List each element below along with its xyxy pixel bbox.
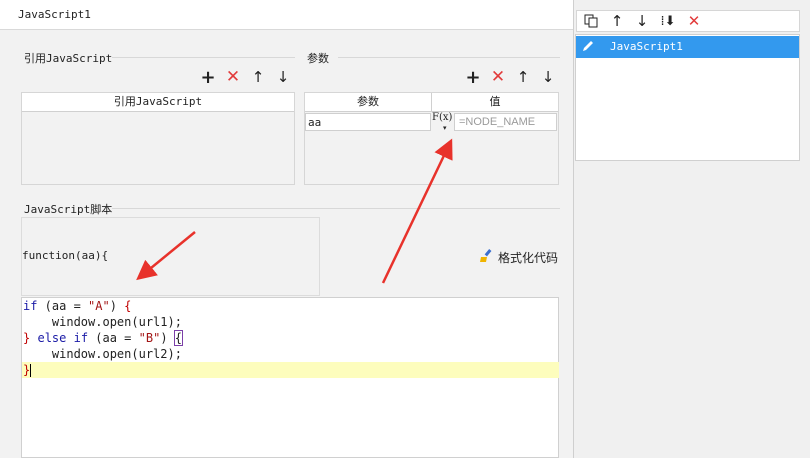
code-line: } else if (aa = "B") { <box>23 330 184 346</box>
brush-icon <box>478 248 494 267</box>
params-delete-button[interactable]: ✕ <box>488 67 508 87</box>
move-to-bottom-button[interactable]: ⁞⬇ <box>659 12 677 30</box>
format-code-button[interactable]: 格式化代码 <box>478 248 558 267</box>
ref-js-table: 引用JavaScript <box>21 92 295 185</box>
code-line: if (aa = "A") { <box>23 299 132 313</box>
code-line: window.open(url1); <box>23 315 182 329</box>
arrow-up-icon: ↑ <box>610 12 624 30</box>
params-add-button[interactable]: + <box>463 67 483 88</box>
fx-formula-button[interactable]: F(x) ▾ <box>432 112 452 132</box>
ref-js-section-label: 引用JavaScript <box>24 52 113 65</box>
delete-icon: ✕ <box>687 12 701 30</box>
params-table: 参数 值 <box>304 92 559 185</box>
script-section-divider <box>112 208 560 209</box>
code-line: window.open(url2); <box>23 347 182 361</box>
javascript-list-item[interactable]: JavaScript1 <box>576 36 799 58</box>
move-bottom-icon: ⁞⬇ <box>660 13 676 29</box>
javascript-list-item-label: JavaScript1 <box>610 40 683 53</box>
params-column-value[interactable]: 值 <box>432 93 558 111</box>
params-column-name[interactable]: 参数 <box>305 93 432 111</box>
format-code-label: 格式化代码 <box>498 251 559 265</box>
delete-button[interactable]: ✕ <box>685 12 703 30</box>
params-move-up-button[interactable]: ↑ <box>513 67 533 87</box>
ref-js-add-button[interactable]: + <box>198 67 218 88</box>
params-section-divider <box>338 57 560 58</box>
param-value-input[interactable]: =NODE_NAME <box>454 113 557 131</box>
params-table-header: 参数 值 <box>305 93 558 112</box>
ref-js-move-up-button[interactable]: ↑ <box>248 67 268 87</box>
code-editor[interactable]: if (aa = "A") { window.open(url1); } els… <box>21 297 559 458</box>
ref-js-section-divider <box>112 57 295 58</box>
ref-js-move-down-button[interactable]: ↓ <box>273 67 293 87</box>
ref-js-column-header[interactable]: 引用JavaScript <box>22 93 294 111</box>
copy-button[interactable] <box>582 12 600 30</box>
params-move-down-button[interactable]: ↓ <box>538 67 558 87</box>
script-section-label: JavaScript脚本 <box>24 203 113 216</box>
ref-js-delete-button[interactable]: ✕ <box>223 67 243 87</box>
function-signature: function(aa){ <box>22 249 109 262</box>
ref-js-table-header: 引用JavaScript <box>22 93 294 112</box>
params-section-label: 参数 <box>307 52 329 65</box>
edit-pencil-icon <box>581 39 595 56</box>
fx-icon: F(x) <box>432 112 453 123</box>
move-up-button[interactable]: ↑ <box>608 12 626 30</box>
dropdown-caret-icon: ▾ <box>443 124 447 132</box>
param-name-input[interactable]: aa <box>305 113 431 131</box>
arrow-down-icon: ↓ <box>635 12 649 30</box>
move-down-button[interactable]: ↓ <box>633 12 651 30</box>
code-line-active: } <box>22 362 559 378</box>
dialog-title: JavaScript1 <box>0 0 573 30</box>
copy-icon <box>584 14 598 28</box>
